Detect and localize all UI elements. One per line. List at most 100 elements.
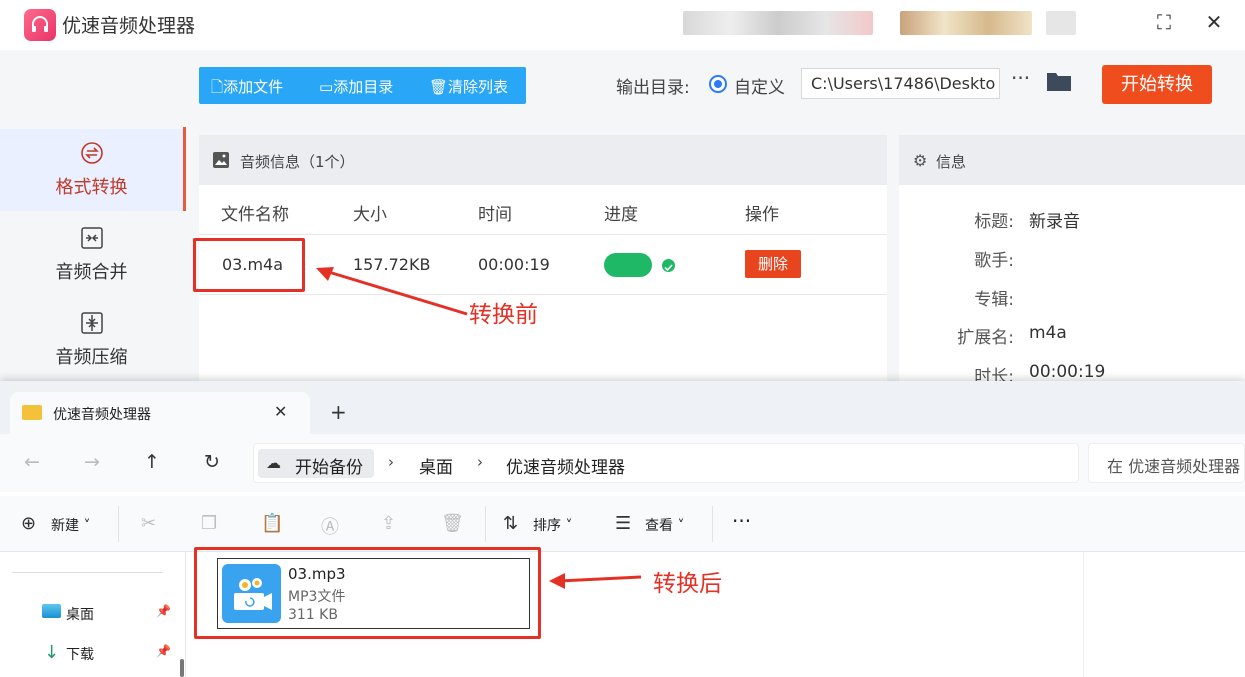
new-tab-icon[interactable]: + bbox=[330, 400, 347, 424]
custom-dir-radio-label: 自定义 bbox=[734, 78, 785, 98]
delete-icon[interactable]: 🗑 bbox=[441, 513, 464, 534]
file-time-cell: 00:00:19 bbox=[478, 255, 550, 274]
annotation-label-after: 转换后 bbox=[653, 571, 722, 597]
output-dir-label: 输出目录: bbox=[616, 78, 690, 98]
forward-icon[interactable]: → bbox=[84, 451, 100, 473]
check-icon bbox=[662, 259, 675, 272]
more-icon[interactable]: ··· bbox=[732, 509, 751, 533]
gear-icon: ⚙ bbox=[913, 151, 928, 170]
address-bar[interactable] bbox=[253, 443, 1079, 483]
explorer-tab-title: 优速音频处理器 bbox=[53, 407, 151, 423]
annotation-box-after bbox=[194, 547, 541, 639]
download-icon: ↓ bbox=[44, 642, 60, 663]
app-title: 优速音频处理器 bbox=[62, 15, 196, 37]
info-value-extension: m4a bbox=[1029, 323, 1067, 343]
start-convert-button[interactable]: 开始转换 bbox=[1102, 65, 1212, 104]
sort-icon[interactable]: ⇅ bbox=[503, 513, 518, 534]
info-key-album: 专辑: bbox=[974, 290, 1014, 310]
breadcrumb-item[interactable]: 桌面 bbox=[419, 453, 453, 478]
divider bbox=[199, 234, 887, 235]
pin-icon: 📌 bbox=[156, 604, 171, 618]
view-button[interactable]: 查看 ˅ bbox=[645, 515, 684, 535]
add-directory-button[interactable]: ▭添加目录 bbox=[319, 76, 393, 97]
copy-icon[interactable]: ❐ bbox=[201, 513, 217, 534]
paste-icon[interactable]: 📋 bbox=[261, 513, 283, 534]
nav-item-desktop[interactable]: 桌面 bbox=[66, 604, 94, 624]
divider bbox=[712, 506, 713, 542]
column-header-time: 时间 bbox=[478, 205, 512, 225]
delete-button[interactable]: 删除 bbox=[745, 250, 801, 278]
blurred-account-area bbox=[683, 11, 873, 35]
divider bbox=[485, 506, 486, 542]
add-circle-icon[interactable]: ⊕ bbox=[21, 513, 36, 534]
annotation-label-before: 转换前 bbox=[469, 302, 538, 328]
file-icon: 🗋 bbox=[211, 78, 224, 96]
maximize-icon[interactable]: ⛶ bbox=[1149, 10, 1179, 34]
column-header-progress: 进度 bbox=[604, 205, 638, 225]
file-toolbar: 🗋添加文件 ▭添加目录 🗑清除列表 bbox=[199, 67, 526, 104]
info-key-extension: 扩展名: bbox=[957, 328, 1014, 348]
rename-icon[interactable]: Ⓐ bbox=[321, 513, 339, 539]
add-file-button[interactable]: 🗋添加文件 bbox=[211, 76, 283, 102]
close-tab-icon[interactable]: ✕ bbox=[274, 402, 287, 421]
sidebar-item-compress[interactable]: 音频压缩 bbox=[0, 299, 183, 381]
cut-icon[interactable]: ✂ bbox=[141, 513, 156, 534]
pin-icon: 📌 bbox=[156, 644, 171, 658]
folder-icon bbox=[22, 405, 42, 420]
new-button[interactable]: 新建 ˅ bbox=[51, 515, 90, 535]
chevron-right-icon[interactable]: › bbox=[477, 453, 483, 471]
divider bbox=[1083, 552, 1084, 677]
audio-info-title: 音频信息（1个） bbox=[240, 153, 355, 171]
compress-icon bbox=[81, 312, 103, 334]
back-icon[interactable]: ← bbox=[24, 451, 40, 473]
cloud-sync-icon: ☁ bbox=[266, 454, 281, 472]
format-convert-icon bbox=[81, 142, 103, 164]
trash-icon: 🗑 bbox=[429, 78, 449, 96]
open-folder-icon[interactable] bbox=[1046, 70, 1072, 92]
sidebar-item-label: 格式转换 bbox=[55, 177, 128, 198]
column-header-filename: 文件名称 bbox=[221, 205, 289, 225]
folder-icon: ▭ bbox=[319, 78, 334, 96]
refresh-icon[interactable]: ↻ bbox=[204, 451, 220, 473]
divider bbox=[185, 552, 186, 677]
custom-dir-radio[interactable] bbox=[709, 75, 727, 93]
column-header-action: 操作 bbox=[745, 205, 779, 225]
sidebar-item-label: 音频合并 bbox=[55, 262, 128, 283]
annotation-box-before bbox=[193, 238, 305, 292]
desktop-icon bbox=[42, 604, 61, 618]
info-value-title: 新录音 bbox=[1029, 212, 1080, 232]
image-icon bbox=[213, 152, 229, 168]
annotation-arrow-before bbox=[316, 267, 468, 316]
view-icon[interactable]: ☰ bbox=[615, 513, 631, 534]
annotation-arrow-after bbox=[549, 573, 642, 589]
blurred-badge-area bbox=[900, 11, 1032, 35]
chevron-right-icon[interactable]: › bbox=[388, 453, 394, 471]
more-options-icon[interactable]: ··· bbox=[1011, 66, 1030, 90]
search-input[interactable]: 在 优速音频处理器 bbox=[1088, 443, 1245, 483]
divider bbox=[118, 506, 119, 542]
up-icon[interactable]: ↑ bbox=[144, 451, 160, 473]
column-header-size: 大小 bbox=[353, 205, 387, 225]
divider bbox=[12, 572, 163, 573]
blurred-icon-area bbox=[1046, 11, 1076, 35]
sidebar-item-format-convert[interactable]: 格式转换 bbox=[0, 129, 183, 211]
info-value-duration: 00:00:19 bbox=[1029, 362, 1106, 382]
breadcrumb-item[interactable]: 优速音频处理器 bbox=[506, 453, 625, 478]
merge-icon bbox=[81, 227, 103, 249]
sidebar-item-merge[interactable]: 音频合并 bbox=[0, 214, 183, 296]
sort-button[interactable]: 排序 ˅ bbox=[533, 515, 572, 535]
breadcrumb-item[interactable]: 开始备份 bbox=[295, 453, 363, 478]
scrollbar[interactable] bbox=[180, 659, 184, 677]
progress-bar bbox=[604, 253, 652, 277]
sidebar-item-label: 音频压缩 bbox=[55, 347, 128, 368]
clear-list-button[interactable]: 🗑清除列表 bbox=[429, 76, 508, 97]
info-key-title: 标题: bbox=[974, 212, 1014, 232]
info-key-artist: 歌手: bbox=[974, 251, 1014, 271]
share-icon[interactable]: ⇪ bbox=[381, 513, 396, 534]
output-path-field[interactable]: C:\Users\17486\Deskto bbox=[801, 68, 1000, 99]
info-panel-title: 信息 bbox=[936, 153, 967, 171]
close-icon[interactable]: ✕ bbox=[1199, 10, 1229, 34]
nav-item-downloads[interactable]: 下载 bbox=[66, 644, 94, 664]
sidebar-active-indicator bbox=[183, 127, 186, 211]
app-logo-icon bbox=[24, 9, 56, 41]
